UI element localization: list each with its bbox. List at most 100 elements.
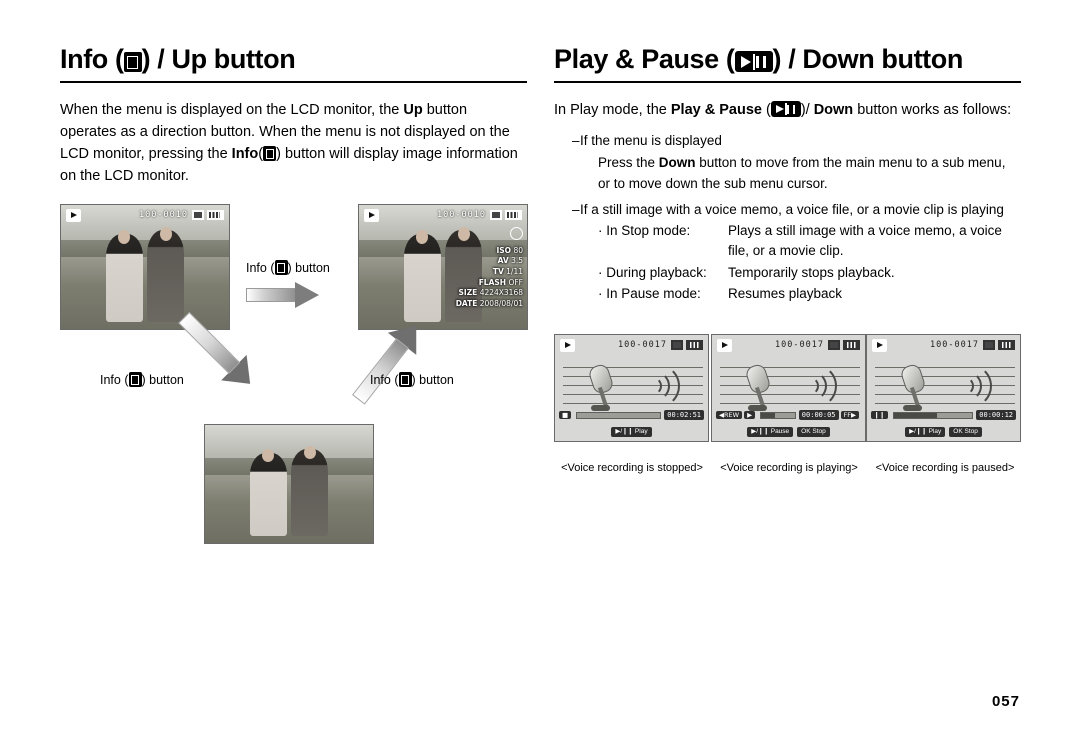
photo-lcd-info: 100-0010 ISO 80 AV 3.5 TV 1/11 FLASH OFF… bbox=[358, 204, 528, 330]
play-hint-label: Play bbox=[634, 427, 648, 435]
progress-bar[interactable] bbox=[760, 411, 796, 419]
left-section-title: Info () / Up button bbox=[60, 44, 527, 83]
bullet-1-body-bold: Down bbox=[658, 155, 696, 171]
mode-desc: Plays a still image with a voice memo, a… bbox=[728, 223, 1002, 259]
battery-icon bbox=[207, 210, 224, 220]
osd-av-value: 3.5 bbox=[511, 256, 523, 266]
right-column: Play & Pause ( ) / Down button In Play mo… bbox=[554, 44, 1021, 304]
lcd-status-bar: 100-0017 bbox=[712, 335, 865, 352]
play-pause-icon bbox=[770, 101, 801, 117]
file-counter: 100-0010 bbox=[139, 210, 188, 220]
right-section-title: Play & Pause ( ) / Down button bbox=[554, 44, 1021, 83]
bullet-1-body: Press the Down button to move from the m… bbox=[554, 153, 1021, 194]
mode-label: · In Stop mode: bbox=[598, 223, 691, 239]
arrow-head bbox=[295, 282, 319, 308]
transport-bar: ◀REW ▶ 00:00:05 FF▶ bbox=[716, 409, 861, 421]
pause-hint-label: Pause bbox=[770, 427, 790, 435]
pause-button-hint[interactable]: ▶/❙❙ Pause bbox=[747, 427, 794, 437]
button-hints: ▶/❙❙ Play bbox=[555, 425, 708, 439]
play-mode-icon bbox=[717, 338, 732, 352]
left-title-after: ) / Up button bbox=[141, 44, 296, 74]
osd-iso-key: ISO bbox=[496, 245, 512, 255]
caption-info-button-top: Info () button bbox=[246, 260, 330, 275]
voice-panel-paused: 100-0017 ❙❙ 00:00:12 ▶/❙❙ Play OK Stop bbox=[866, 334, 1021, 442]
memory-card-icon bbox=[671, 340, 683, 350]
caption-info-text: Info ( bbox=[246, 261, 275, 275]
ok-label: OK bbox=[953, 427, 963, 435]
info-icon bbox=[398, 372, 412, 387]
caption-info-text: Info ( bbox=[370, 373, 399, 387]
pause-icon[interactable]: ❙❙ bbox=[871, 410, 888, 420]
caption-info-text: Info ( bbox=[100, 373, 129, 387]
info-icon bbox=[123, 52, 142, 72]
file-counter: 100-0010 bbox=[437, 210, 486, 220]
osd-flash-value: OFF bbox=[508, 277, 523, 287]
transport-bar: ❙❙ 00:00:12 bbox=[871, 409, 1016, 421]
right-intro-2: ( bbox=[761, 102, 771, 118]
mode-label: · During playback: bbox=[598, 264, 707, 280]
play-button-hint[interactable]: ▶/❙❙ Play bbox=[905, 427, 946, 437]
mode-dial-icon bbox=[510, 227, 523, 240]
rewind-button[interactable]: ◀REW bbox=[716, 410, 743, 420]
photo-person-right bbox=[146, 230, 184, 322]
elapsed-time: 00:00:12 bbox=[976, 410, 1016, 420]
photo-person-left bbox=[250, 452, 288, 536]
left-body-paragraph: When the menu is displayed on the LCD mo… bbox=[60, 99, 527, 187]
file-counter: 100-0017 bbox=[618, 340, 667, 350]
left-column: Info () / Up button When the menu is dis… bbox=[60, 44, 527, 187]
right-title-before: Play & Pause ( bbox=[554, 44, 735, 74]
arrow-shaft bbox=[178, 311, 241, 374]
lcd-info-overlay: ISO 80 AV 3.5 TV 1/11 FLASH OFF SIZE 422… bbox=[456, 227, 523, 309]
osd-av-key: AV bbox=[497, 256, 509, 266]
play-button-hint[interactable]: ▶/❙❙ Play bbox=[611, 427, 652, 437]
transport-bar: ■ 00:02:51 bbox=[559, 409, 704, 421]
left-para-bold-info: Info bbox=[231, 146, 259, 163]
osd-iso-value: 80 bbox=[513, 245, 523, 255]
mode-label: · In Pause mode: bbox=[598, 285, 701, 301]
osd-date-value: 2008/08/01 bbox=[479, 298, 523, 308]
memory-card-icon bbox=[490, 210, 502, 220]
bullet-row-1: – If the menu is displayed bbox=[554, 131, 1021, 151]
info-icon bbox=[128, 372, 142, 387]
mode-desc: Resumes playback bbox=[728, 285, 843, 301]
progress-bar[interactable] bbox=[576, 411, 662, 419]
fast-forward-button[interactable]: FF▶ bbox=[840, 410, 859, 420]
left-para-1: When the menu is displayed on the LCD mo… bbox=[60, 102, 404, 118]
caption-close-text: ) button bbox=[411, 373, 454, 387]
osd-size-value: 4224X3168 bbox=[479, 288, 523, 298]
caption-voice-playing: <Voice recording is playing> bbox=[720, 462, 858, 474]
right-list-block: – If the menu is displayed Press the Dow… bbox=[554, 131, 1021, 304]
play-mode-icon bbox=[872, 338, 887, 352]
lcd-status-bar: 100-0010 bbox=[61, 205, 229, 222]
right-title-after: ) / Down button bbox=[772, 44, 964, 74]
voice-panel-playing: 100-0017 ◀REW ▶ 00:00:05 FF▶ ▶/❙❙ Pause … bbox=[711, 334, 866, 442]
lcd-status-bar: 100-0017 bbox=[867, 335, 1020, 352]
rewind-label: REW bbox=[724, 410, 740, 419]
photo-full-image bbox=[204, 424, 374, 544]
battery-icon bbox=[998, 340, 1015, 350]
osd-size-key: SIZE bbox=[458, 288, 478, 298]
stop-icon[interactable]: ■ bbox=[559, 410, 572, 420]
play-indicator[interactable]: ▶ bbox=[744, 410, 756, 420]
right-intro-paragraph: In Play mode, the Play & Pause ()/ Down … bbox=[554, 99, 1021, 121]
osd-flash-key: FLASH bbox=[478, 277, 507, 287]
progress-bar[interactable] bbox=[892, 411, 974, 419]
battery-icon bbox=[505, 210, 522, 220]
ff-label: FF bbox=[843, 410, 851, 419]
memory-card-icon bbox=[828, 340, 840, 350]
photo-person-left bbox=[106, 234, 144, 322]
sound-waves-icon bbox=[952, 359, 998, 409]
osd-date-key: DATE bbox=[455, 298, 478, 308]
right-intro-4: button works as follows: bbox=[853, 102, 1012, 118]
photo-person-right bbox=[290, 449, 328, 536]
osd-tv-value: 1/11 bbox=[506, 266, 523, 276]
bullet-1-body-a: Press the bbox=[598, 155, 659, 171]
arrow-right-to-info bbox=[246, 282, 320, 308]
photo-person-left bbox=[404, 234, 442, 322]
button-hints: ▶/❙❙ Pause OK Stop bbox=[712, 425, 865, 439]
battery-icon bbox=[843, 340, 860, 350]
ok-stop-hint[interactable]: OK Stop bbox=[797, 427, 830, 437]
caption-close-text: ) button bbox=[141, 373, 184, 387]
mode-desc: Temporarily stops playback. bbox=[728, 264, 895, 280]
ok-stop-hint[interactable]: OK Stop bbox=[949, 427, 982, 437]
